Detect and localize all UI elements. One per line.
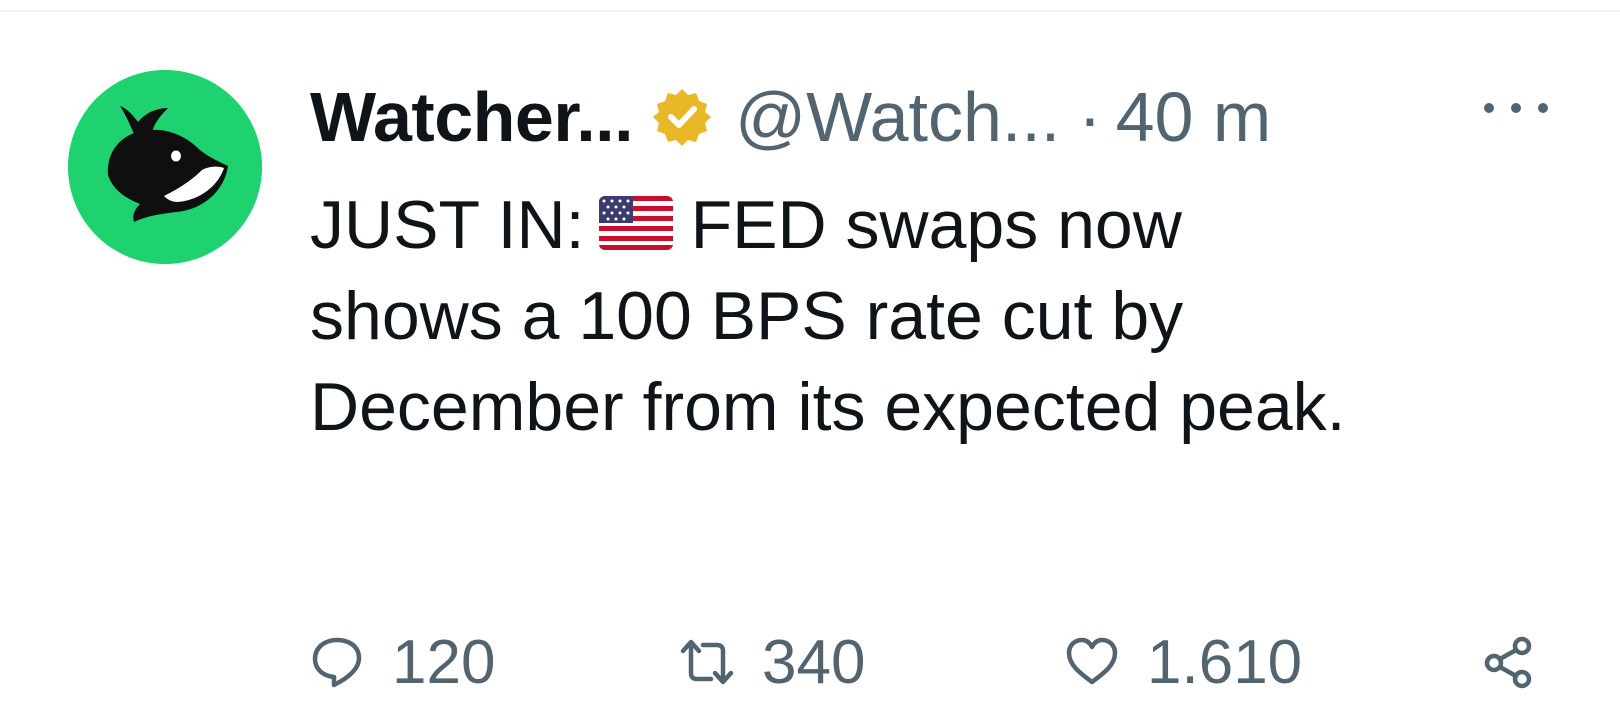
tweet-text-lead: JUST IN: [310,187,585,263]
timestamp[interactable]: 40 m [1116,77,1272,157]
more-dot [1511,103,1521,113]
tweet-header: Watcher... @Watch... · 40 m [310,72,1271,162]
retweet-count: 340 [762,627,866,697]
share-icon [1484,636,1532,689]
reply-count: 120 [392,627,496,697]
reply-button[interactable]: 120 [310,622,495,702]
retweet-button[interactable]: 340 [680,622,865,702]
action-bar: 120 340 1.610 [310,622,1560,702]
avatar[interactable] [68,70,262,264]
user-handle[interactable]: @Watch... [735,77,1060,157]
verified-badge-icon [651,86,713,148]
separator-dot: · [1078,78,1102,156]
whale-logo-icon [68,70,262,264]
more-dot [1484,103,1494,113]
like-count: 1.610 [1147,627,1303,697]
display-name[interactable]: Watcher... [310,77,634,157]
like-button[interactable]: 1.610 [1065,622,1302,702]
heart-icon [1066,637,1118,685]
more-dot [1538,103,1548,113]
tweet-card[interactable]: Watcher... @Watch... · 40 m JUST IN: FED… [0,12,1620,720]
more-options-icon[interactable] [1484,94,1548,122]
retweet-icon [680,639,734,685]
reply-icon [312,637,362,688]
us-flag-icon [598,196,673,250]
tweet-text: JUST IN: FED swaps now shows a 100 BPS r… [310,180,1380,453]
share-button[interactable] [1482,622,1536,702]
